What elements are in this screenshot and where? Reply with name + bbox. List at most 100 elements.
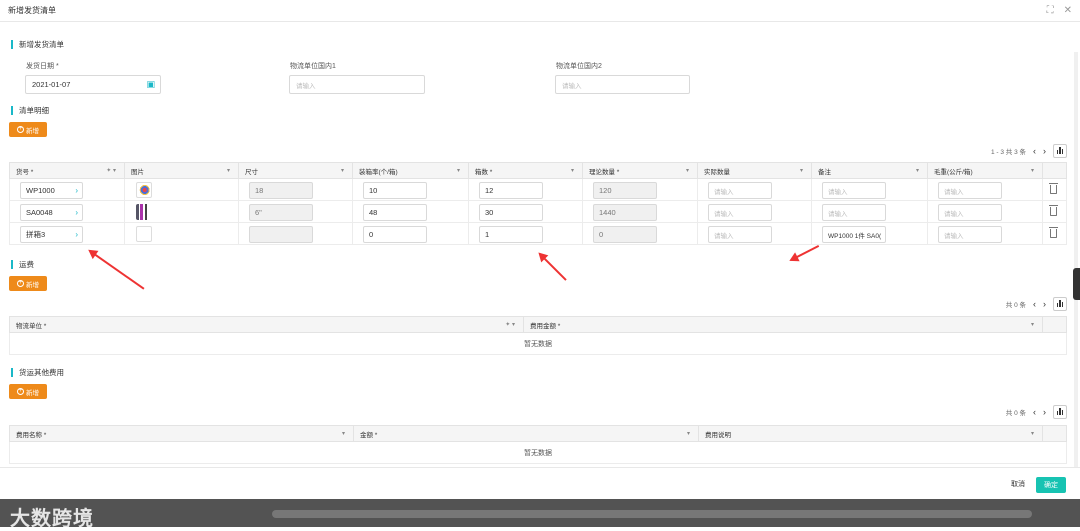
next-page-icon[interactable]: › bbox=[1043, 299, 1046, 309]
detail-table: 货号 * ✦ ▾ 图片 ▾ 尺寸 ▾ 装箱率(个/箱) ▾ 箱数 * ▾ 理论数量 * ▾ … bbox=[9, 162, 1067, 245]
annotation-arrow bbox=[539, 253, 567, 281]
weight-input[interactable]: 请输入 bbox=[938, 182, 1002, 199]
chevron-down-icon[interactable]: ▾ bbox=[800, 167, 803, 174]
boxes-input[interactable]: 30 bbox=[479, 204, 543, 221]
col-header[interactable]: 费用说明 ▾ bbox=[698, 425, 1043, 442]
theory-qty-field: 120 bbox=[593, 182, 657, 199]
vertical-scrollbar[interactable] bbox=[1074, 52, 1078, 467]
expand-icon[interactable]: ⛶ bbox=[1047, 5, 1054, 16]
boxes-input[interactable]: 1 bbox=[479, 226, 543, 243]
image-upload-box[interactable] bbox=[136, 226, 152, 242]
col-header-actions bbox=[1042, 316, 1067, 333]
col-header[interactable]: 图片 ▾ bbox=[124, 162, 239, 179]
rate-input[interactable]: 10 bbox=[363, 182, 427, 199]
col-header[interactable]: 尺寸 ▾ bbox=[238, 162, 353, 179]
prev-page-icon[interactable]: ‹ bbox=[1033, 146, 1036, 156]
horizontal-scrollbar[interactable] bbox=[272, 510, 1032, 518]
annotation-arrow bbox=[790, 245, 819, 261]
chevron-right-icon: › bbox=[75, 186, 78, 195]
column-settings-icon[interactable] bbox=[1053, 144, 1067, 158]
logistics1-input[interactable]: 请输入 bbox=[289, 75, 425, 94]
logistics2-input[interactable]: 请输入 bbox=[555, 75, 690, 94]
rate-input[interactable]: 48 bbox=[363, 204, 427, 221]
pin-icon[interactable]: ✦ ▾ bbox=[505, 321, 515, 328]
col-header-actions bbox=[1042, 162, 1067, 179]
trash-icon[interactable] bbox=[1049, 227, 1058, 238]
empty-state: 暂无数据 bbox=[9, 441, 1067, 464]
next-page-icon[interactable]: › bbox=[1043, 146, 1046, 156]
logistics2-label: 物流单位国内2 bbox=[556, 63, 602, 70]
trash-icon[interactable] bbox=[1049, 205, 1058, 216]
confirm-button[interactable]: 确定 bbox=[1036, 477, 1066, 493]
close-icon[interactable]: ✕ bbox=[1064, 5, 1072, 16]
other-add-button[interactable]: + 新增 bbox=[9, 384, 47, 399]
col-header[interactable]: 实际数量 ▾ bbox=[697, 162, 812, 179]
sku-select[interactable]: 拼箱3 › bbox=[20, 226, 83, 243]
size-field: 6" bbox=[249, 204, 313, 221]
sku-select[interactable]: SA0048 › bbox=[20, 204, 83, 221]
column-settings-icon[interactable] bbox=[1053, 297, 1067, 311]
detail-add-button[interactable]: + 新增 bbox=[9, 122, 47, 137]
col-header[interactable]: 毛重(公斤/箱) ▾ bbox=[927, 162, 1043, 179]
col-header[interactable]: 备注 ▾ bbox=[811, 162, 928, 179]
col-header-actions bbox=[1042, 425, 1067, 442]
calendar-icon[interactable]: ▣ bbox=[146, 79, 155, 90]
sku-select[interactable]: WP1000 › bbox=[20, 182, 83, 199]
actual-qty-input[interactable]: 请输入 bbox=[708, 204, 772, 221]
add-circle-icon: + bbox=[17, 280, 24, 287]
add-circle-icon: + bbox=[17, 126, 24, 133]
next-page-icon[interactable]: › bbox=[1043, 407, 1046, 417]
chevron-down-icon[interactable]: ▾ bbox=[1031, 430, 1034, 437]
col-header[interactable]: 金额 * ▾ bbox=[353, 425, 699, 442]
window-title: 新增发货清单 bbox=[8, 6, 56, 15]
side-drawer-tab[interactable] bbox=[1073, 268, 1080, 300]
col-header[interactable]: 物流单位 * ✦ ▾ bbox=[9, 316, 524, 333]
chevron-right-icon: › bbox=[75, 208, 78, 217]
col-header[interactable]: 箱数 * ▾ bbox=[468, 162, 583, 179]
chevron-down-icon[interactable]: ▾ bbox=[687, 430, 690, 437]
cancel-button[interactable]: 取消 bbox=[1011, 479, 1025, 489]
chevron-down-icon[interactable]: ▾ bbox=[686, 167, 689, 174]
size-field: 18 bbox=[249, 182, 313, 199]
product-image[interactable] bbox=[136, 182, 152, 198]
col-header[interactable]: 理论数量 * ▾ bbox=[582, 162, 698, 179]
other-section-title: 货运其他费用 bbox=[11, 368, 64, 377]
col-header[interactable]: 装箱率(个/箱) ▾ bbox=[352, 162, 469, 179]
theory-qty-field: 1440 bbox=[593, 204, 657, 221]
col-header[interactable]: 货号 * ✦ ▾ bbox=[9, 162, 125, 179]
chevron-down-icon[interactable]: ▾ bbox=[457, 167, 460, 174]
freight-table: 物流单位 * ✦ ▾ 费用金额 * ▾ 暂无数据 bbox=[9, 316, 1067, 355]
rate-input[interactable]: 0 bbox=[363, 226, 427, 243]
chevron-down-icon[interactable]: ▾ bbox=[916, 167, 919, 174]
freight-pager: 共 0 条 ‹ › bbox=[1006, 297, 1067, 311]
boxes-input[interactable]: 12 bbox=[479, 182, 543, 199]
pin-icon[interactable]: ✦ ▾ bbox=[106, 167, 116, 174]
remark-input[interactable]: 请输入 bbox=[822, 182, 886, 199]
remark-input[interactable]: WP1000 1件 SA0( bbox=[822, 226, 886, 243]
freight-add-button[interactable]: + 新增 bbox=[9, 276, 47, 291]
chevron-down-icon[interactable]: ▾ bbox=[342, 430, 345, 437]
remark-input[interactable]: 请输入 bbox=[822, 204, 886, 221]
prev-page-icon[interactable]: ‹ bbox=[1033, 407, 1036, 417]
chevron-down-icon[interactable]: ▾ bbox=[571, 167, 574, 174]
actual-qty-input[interactable]: 请输入 bbox=[708, 226, 772, 243]
ship-date-field[interactable]: 2021-01-07 ▣ bbox=[25, 75, 161, 94]
chevron-down-icon[interactable]: ▾ bbox=[1031, 321, 1034, 328]
trash-icon[interactable] bbox=[1049, 183, 1058, 194]
chevron-down-icon[interactable]: ▾ bbox=[341, 167, 344, 174]
weight-input[interactable]: 请输入 bbox=[938, 204, 1002, 221]
col-header[interactable]: 费用名称 * ▾ bbox=[9, 425, 354, 442]
empty-state: 暂无数据 bbox=[9, 332, 1067, 355]
annotation-arrow bbox=[89, 250, 145, 290]
actual-qty-input[interactable]: 请输入 bbox=[708, 182, 772, 199]
chevron-down-icon[interactable]: ▾ bbox=[1031, 167, 1034, 174]
product-image[interactable] bbox=[136, 204, 152, 220]
column-settings-icon[interactable] bbox=[1053, 405, 1067, 419]
col-header[interactable]: 费用金额 * ▾ bbox=[523, 316, 1043, 333]
chevron-down-icon[interactable]: ▾ bbox=[227, 167, 230, 174]
weight-input[interactable]: 请输入 bbox=[938, 226, 1002, 243]
size-field bbox=[249, 226, 313, 243]
prev-page-icon[interactable]: ‹ bbox=[1033, 299, 1036, 309]
bottom-bar bbox=[0, 499, 1080, 527]
detail-pager: 1 - 3 共 3 条 ‹ › bbox=[991, 144, 1067, 158]
